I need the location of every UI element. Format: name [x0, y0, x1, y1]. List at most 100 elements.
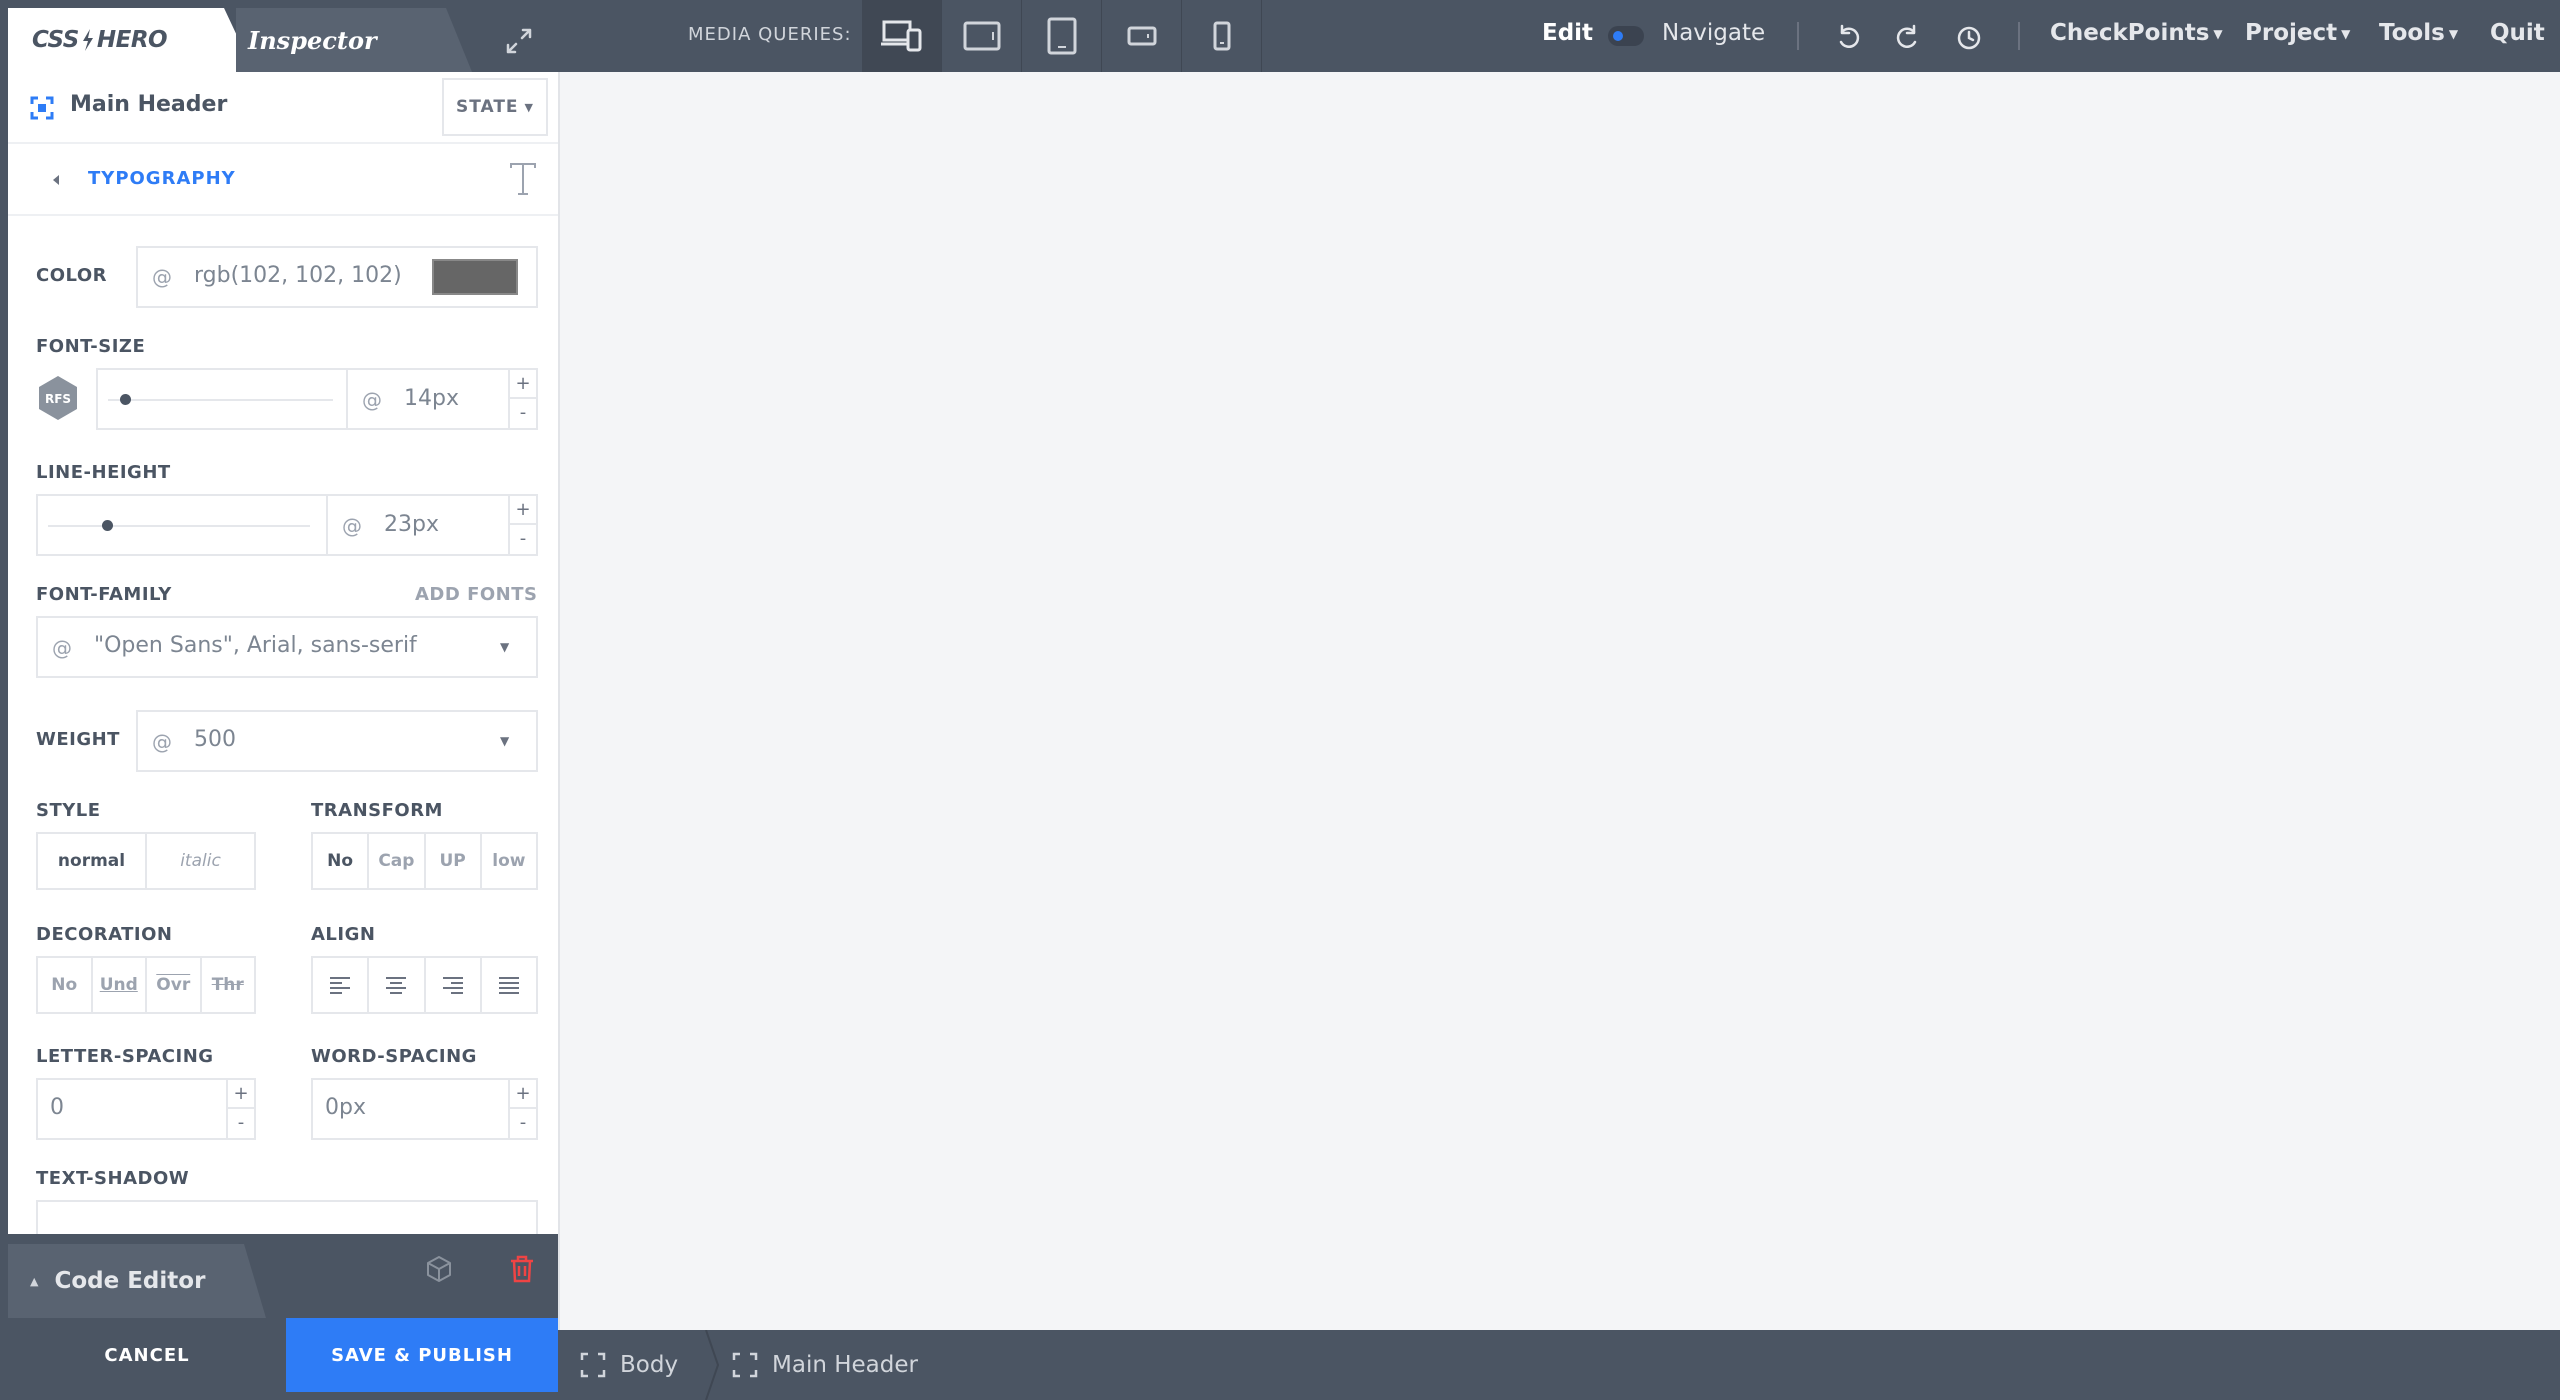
bottom-frame — [0, 1392, 558, 1400]
mq-phone-portrait-button[interactable] — [1182, 0, 1262, 72]
decrement-button[interactable]: - — [510, 1109, 536, 1138]
word-spacing-value[interactable]: 0px — [325, 1095, 366, 1120]
toolbar-divider — [2018, 22, 2020, 50]
increment-button[interactable]: + — [510, 496, 536, 525]
mq-desktop-button[interactable] — [862, 0, 942, 72]
typography-icon — [510, 163, 536, 195]
word-spacing-control: 0px + - — [311, 1078, 538, 1140]
word-spacing-stepper: + - — [508, 1080, 536, 1138]
toolbar-divider — [1797, 22, 1799, 50]
color-value: rgb(102, 102, 102) — [194, 263, 402, 288]
transform-uppercase-button[interactable]: UP — [426, 834, 482, 888]
menu-tools-label: Tools — [2379, 20, 2445, 46]
decoration-underline-button[interactable]: Und — [93, 958, 147, 1012]
logo-css: CSS — [32, 27, 79, 53]
color-field[interactable]: @ rgb(102, 102, 102) — [136, 246, 538, 308]
cube-icon[interactable] — [424, 1254, 454, 1284]
tab-inspector[interactable]: Inspector — [236, 8, 472, 72]
line-height-value[interactable]: 23px — [384, 512, 439, 537]
letter-spacing-value[interactable]: 0 — [50, 1095, 64, 1120]
transform-lowercase-button[interactable]: low — [482, 834, 536, 888]
transform-none-button[interactable]: No — [313, 834, 370, 888]
save-publish-button[interactable]: SAVE & PUBLISH — [286, 1318, 558, 1392]
trash-icon[interactable] — [508, 1254, 536, 1284]
selected-element-name: Main Header — [70, 92, 228, 117]
rfs-badge-icon[interactable]: RFS — [36, 374, 80, 422]
mq-tablet-landscape-button[interactable] — [942, 0, 1022, 72]
divider — [326, 496, 328, 554]
decoration-none-button[interactable]: No — [38, 958, 93, 1012]
code-editor-toggle[interactable]: ▲ Code Editor — [8, 1244, 266, 1318]
section-header: TYPOGRAPHY — [8, 144, 558, 216]
redo-icon[interactable] — [1892, 22, 1922, 52]
color-swatch[interactable] — [432, 259, 518, 295]
section-title[interactable]: TYPOGRAPHY — [88, 168, 236, 189]
panel-divider — [558, 72, 560, 1330]
decoration-overline-button[interactable]: Ovr — [147, 958, 202, 1012]
decrement-button[interactable]: - — [228, 1109, 254, 1138]
menu-tools[interactable]: Tools ▼ — [2379, 20, 2458, 46]
align-center-icon — [386, 977, 407, 994]
line-height-slider-track[interactable] — [48, 525, 310, 527]
inspector-panel: Main Header STATE ▼ TYPOGRAPHY COLOR @ rg… — [8, 72, 558, 1234]
state-dropdown[interactable]: STATE ▼ — [442, 78, 548, 136]
style-italic-button[interactable]: italic — [147, 834, 254, 888]
text-shadow-field[interactable] — [36, 1200, 538, 1234]
caret-down-icon: ▼ — [500, 734, 510, 748]
breadcrumb: Body Main Header — [558, 1330, 2560, 1400]
at-symbol: @ — [362, 388, 382, 412]
menu-checkpoints[interactable]: CheckPoints ▼ — [2050, 20, 2223, 46]
breadcrumb-item-body[interactable]: Body — [580, 1330, 678, 1400]
weight-label: WEIGHT — [36, 729, 120, 750]
style-toggle-group: normal italic — [36, 832, 256, 890]
font-size-slider-track[interactable] — [108, 399, 333, 401]
decrement-button[interactable]: - — [510, 525, 536, 554]
text-shadow-label: TEXT-SHADOW — [36, 1168, 190, 1189]
transform-capitalize-button[interactable]: Cap — [369, 834, 426, 888]
menu-project-label: Project — [2245, 20, 2338, 46]
undo-icon[interactable] — [1834, 22, 1864, 52]
line-height-stepper: + - — [508, 496, 536, 554]
css-hero-logo[interactable]: CSS HERO — [8, 8, 254, 72]
mq-tablet-portrait-button[interactable] — [1022, 0, 1102, 72]
menu-project[interactable]: Project ▼ — [2245, 20, 2350, 46]
cancel-button[interactable]: CANCEL — [8, 1318, 286, 1392]
add-fonts-link[interactable]: ADD FONTS — [415, 584, 537, 605]
font-family-select[interactable]: @ "Open Sans", Arial, sans-serif ▼ — [36, 616, 538, 678]
breadcrumb-separator — [705, 1330, 720, 1400]
align-center-button[interactable] — [369, 958, 426, 1012]
align-justify-button[interactable] — [482, 958, 536, 1012]
edit-mode-label[interactable]: Edit — [1542, 20, 1593, 46]
history-clock-icon[interactable] — [1954, 22, 1984, 52]
align-right-button[interactable] — [426, 958, 482, 1012]
breadcrumb-label: Main Header — [772, 1352, 918, 1378]
back-caret-icon[interactable] — [48, 172, 64, 188]
page-canvas[interactable] — [558, 72, 2560, 1330]
at-symbol: @ — [342, 514, 362, 538]
expand-icon[interactable] — [504, 26, 534, 56]
color-label: COLOR — [36, 265, 108, 286]
decrement-button[interactable]: - — [510, 399, 536, 428]
increment-button[interactable]: + — [510, 370, 536, 399]
align-label: ALIGN — [311, 924, 376, 945]
caret-down-icon: ▼ — [500, 640, 510, 654]
font-size-slider-handle[interactable] — [120, 394, 131, 405]
increment-button[interactable]: + — [228, 1080, 254, 1109]
selection-frame-icon — [580, 1352, 606, 1378]
font-size-value[interactable]: 14px — [404, 386, 459, 411]
breadcrumb-label: Body — [620, 1352, 679, 1378]
increment-button[interactable]: + — [510, 1080, 536, 1109]
toggle-knob — [1613, 31, 1623, 41]
decoration-linethrough-button[interactable]: Thr — [202, 958, 255, 1012]
align-left-button[interactable] — [313, 958, 370, 1012]
letter-spacing-stepper: + - — [226, 1080, 254, 1138]
style-normal-button[interactable]: normal — [38, 834, 147, 888]
weight-select[interactable]: @ 500 ▼ — [136, 710, 538, 772]
mq-phone-landscape-button[interactable] — [1102, 0, 1182, 72]
edit-navigate-toggle[interactable] — [1608, 26, 1644, 46]
transform-label: TRANSFORM — [311, 800, 443, 821]
navigate-mode-label[interactable]: Navigate — [1662, 20, 1765, 46]
line-height-slider-handle[interactable] — [102, 520, 113, 531]
quit-button[interactable]: Quit — [2490, 20, 2545, 46]
breadcrumb-item-main-header[interactable]: Main Header — [732, 1330, 918, 1400]
